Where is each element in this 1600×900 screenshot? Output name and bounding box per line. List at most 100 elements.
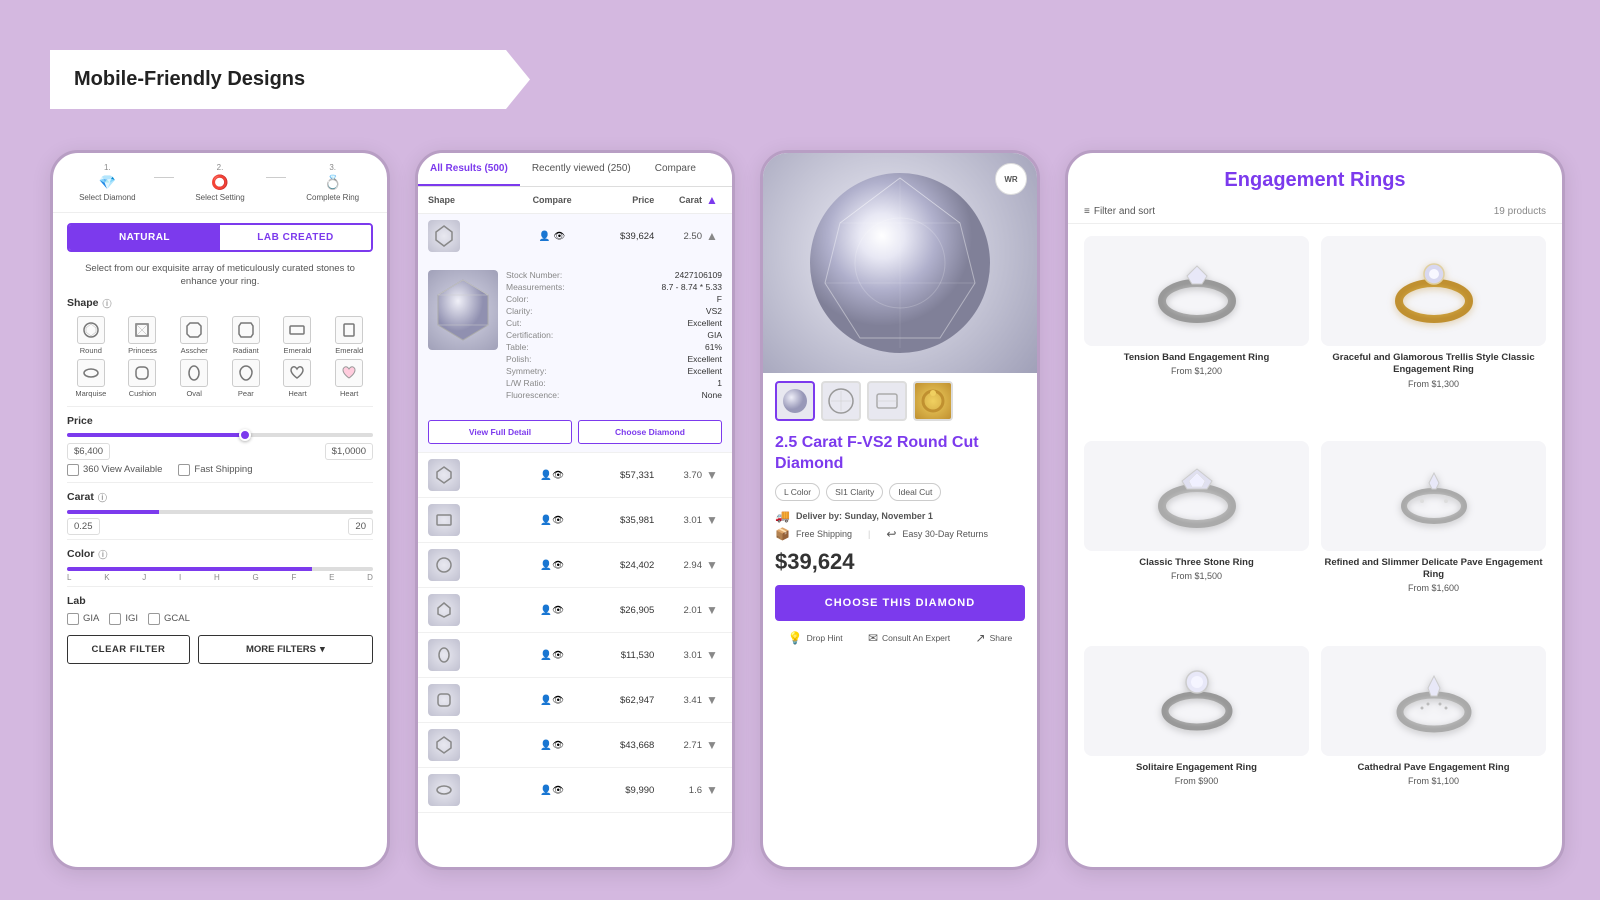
- carat-info-icon: ⓘ: [98, 491, 107, 504]
- shape-emerald1[interactable]: Emerald: [274, 316, 322, 355]
- compare-icons-3: 👤👁: [519, 560, 585, 571]
- price-slider[interactable]: [67, 433, 373, 437]
- shape-cushion[interactable]: Cushion: [119, 359, 167, 398]
- view-full-detail-button[interactable]: View Full Detail: [428, 420, 572, 444]
- eye-icon: 👁: [552, 515, 564, 526]
- header-banner: Mobile-Friendly Designs: [50, 50, 530, 109]
- clear-filter-button[interactable]: CLEAR FILTER: [67, 635, 190, 664]
- natural-toggle-btn[interactable]: NATURAL: [69, 225, 220, 250]
- thumb-2[interactable]: [821, 381, 861, 421]
- price-slider-thumb[interactable]: [239, 429, 251, 441]
- shape-princess[interactable]: Princess: [119, 316, 167, 355]
- expand-4[interactable]: ▼: [706, 603, 722, 617]
- product-6[interactable]: Cathedral Pave Engagement Ring From $1,1…: [1321, 646, 1546, 826]
- checkbox-igi[interactable]: [109, 613, 121, 625]
- product-price-1: From $1,200: [1171, 366, 1222, 376]
- expanded-chevron[interactable]: ▲: [706, 229, 722, 243]
- more-filters-button[interactable]: MORE FILTERS ▾: [198, 635, 373, 664]
- product-img-6: [1321, 646, 1546, 756]
- shape-pear[interactable]: Pear: [222, 359, 270, 398]
- shape-heart2[interactable]: Heart: [325, 359, 373, 398]
- shape-marquise[interactable]: Marquise: [67, 359, 115, 398]
- choose-this-diamond-button[interactable]: CHOOSE THIS DIAMOND: [775, 585, 1025, 621]
- result-price-6: $62,947: [589, 695, 655, 706]
- result-price-7: $43,668: [589, 740, 655, 751]
- shape-oval[interactable]: Oval: [170, 359, 218, 398]
- color-slider[interactable]: [67, 567, 373, 571]
- diamond-detail-badges: L Color SI1 Clarity Ideal Cut: [775, 483, 1025, 501]
- detail-action-buttons: View Full Detail Choose Diamond: [418, 414, 732, 452]
- wr-badge: WR: [995, 163, 1027, 195]
- consult-expert-action[interactable]: ✉ Consult An Expert: [868, 631, 950, 645]
- result-diamond-img-5: [428, 639, 460, 671]
- shape-emerald2[interactable]: Emerald: [325, 316, 373, 355]
- thumb-3[interactable]: [867, 381, 907, 421]
- result-carat-4: 2.01: [658, 605, 702, 616]
- lab-gia[interactable]: GIA: [67, 613, 99, 625]
- shape-heart1[interactable]: Heart: [274, 359, 322, 398]
- eye-icon: 👁: [552, 785, 564, 796]
- detail-symmetry: Symmetry: Excellent: [506, 366, 722, 376]
- asscher-icon: [180, 316, 208, 344]
- filter-sort-button[interactable]: ≡ Filter and sort: [1084, 206, 1155, 217]
- price-range-display: $6,400 $1,0000: [67, 443, 373, 460]
- shape-asscher[interactable]: Asscher: [170, 316, 218, 355]
- result-carat-8: 1.6: [658, 785, 702, 796]
- compare-icons-1: 👤👁: [519, 470, 585, 481]
- price-max: $1,0000: [325, 443, 373, 460]
- lab-igi[interactable]: IGI: [109, 613, 138, 625]
- detail-fluorescence: Fluorescence: None: [506, 390, 722, 400]
- result-carat-5: 3.01: [658, 650, 702, 661]
- 360-view-checkbox[interactable]: 360 View Available: [67, 464, 162, 476]
- divider-3: [67, 539, 373, 540]
- share-action[interactable]: ↗ Share: [976, 631, 1013, 645]
- expanded-carat: 2.50: [658, 231, 702, 242]
- expand-5[interactable]: ▼: [706, 648, 722, 662]
- detail-info-list: Stock Number: 2427106109 Measurements: 8…: [506, 270, 722, 402]
- thumb-1[interactable]: [775, 381, 815, 421]
- shape-radiant[interactable]: Radiant: [222, 316, 270, 355]
- checkbox-gcal[interactable]: [148, 613, 160, 625]
- expand-2[interactable]: ▼: [706, 513, 722, 527]
- page-title: Mobile-Friendly Designs: [74, 68, 305, 90]
- lab-gcal[interactable]: GCAL: [148, 613, 190, 625]
- result-diamond-img-8: [428, 774, 460, 806]
- expanded-diamond-img: [428, 220, 460, 252]
- result-diamond-img-7: [428, 729, 460, 761]
- expand-7[interactable]: ▼: [706, 738, 722, 752]
- choose-diamond-button[interactable]: Choose Diamond: [578, 420, 722, 444]
- expand-6[interactable]: ▼: [706, 693, 722, 707]
- expand-3[interactable]: ▼: [706, 558, 722, 572]
- product-5[interactable]: Solitaire Engagement Ring From $900: [1084, 646, 1309, 826]
- checkbox-gia[interactable]: [67, 613, 79, 625]
- product-3[interactable]: Classic Three Stone Ring From $1,500: [1084, 441, 1309, 634]
- result-shape-6: [428, 684, 515, 716]
- expand-8[interactable]: ▼: [706, 783, 722, 797]
- result-shape-8: [428, 774, 515, 806]
- product-4[interactable]: Refined and Slimmer Delicate Pave Engage…: [1321, 441, 1546, 634]
- tab-all-results[interactable]: All Results (500): [418, 153, 520, 186]
- expand-1[interactable]: ▼: [706, 468, 722, 482]
- consult-icon: ✉: [868, 631, 878, 645]
- tab-compare[interactable]: Compare: [643, 153, 708, 186]
- shape-round[interactable]: Round: [67, 316, 115, 355]
- checkbox-fast-shipping[interactable]: [178, 464, 190, 476]
- product-1[interactable]: Tension Band Engagement Ring From $1,200: [1084, 236, 1309, 429]
- expanded-row-header: 👤 👁 $39,624 2.50 ▲: [418, 214, 732, 258]
- tab-recently-viewed[interactable]: Recently viewed (250): [520, 153, 643, 186]
- marquise-icon: [77, 359, 105, 387]
- fast-shipping-checkbox[interactable]: Fast Shipping: [178, 464, 252, 476]
- carat-slider[interactable]: [67, 510, 373, 514]
- product-name-6: Cathedral Pave Engagement Ring: [1357, 762, 1509, 774]
- drop-hint-action[interactable]: 💡 Drop Hint: [788, 631, 843, 645]
- lab-toggle-btn[interactable]: LAB CREATED: [220, 225, 371, 250]
- step-1-label: Select Diamond: [79, 193, 135, 202]
- carat-range-display: 0.25 20: [67, 518, 373, 535]
- product-2[interactable]: Graceful and Glamorous Trellis Style Cla…: [1321, 236, 1546, 429]
- results-column-headers: Shape Compare Price Carat ▲: [418, 187, 732, 214]
- result-diamond-img-3: [428, 549, 460, 581]
- phone-filter: 1. 💎 Select Diamond 2. ⭕ Select Setting …: [50, 150, 390, 870]
- person-icon: 👤: [540, 470, 552, 481]
- thumb-4-ring[interactable]: [913, 381, 953, 421]
- checkbox-360[interactable]: [67, 464, 79, 476]
